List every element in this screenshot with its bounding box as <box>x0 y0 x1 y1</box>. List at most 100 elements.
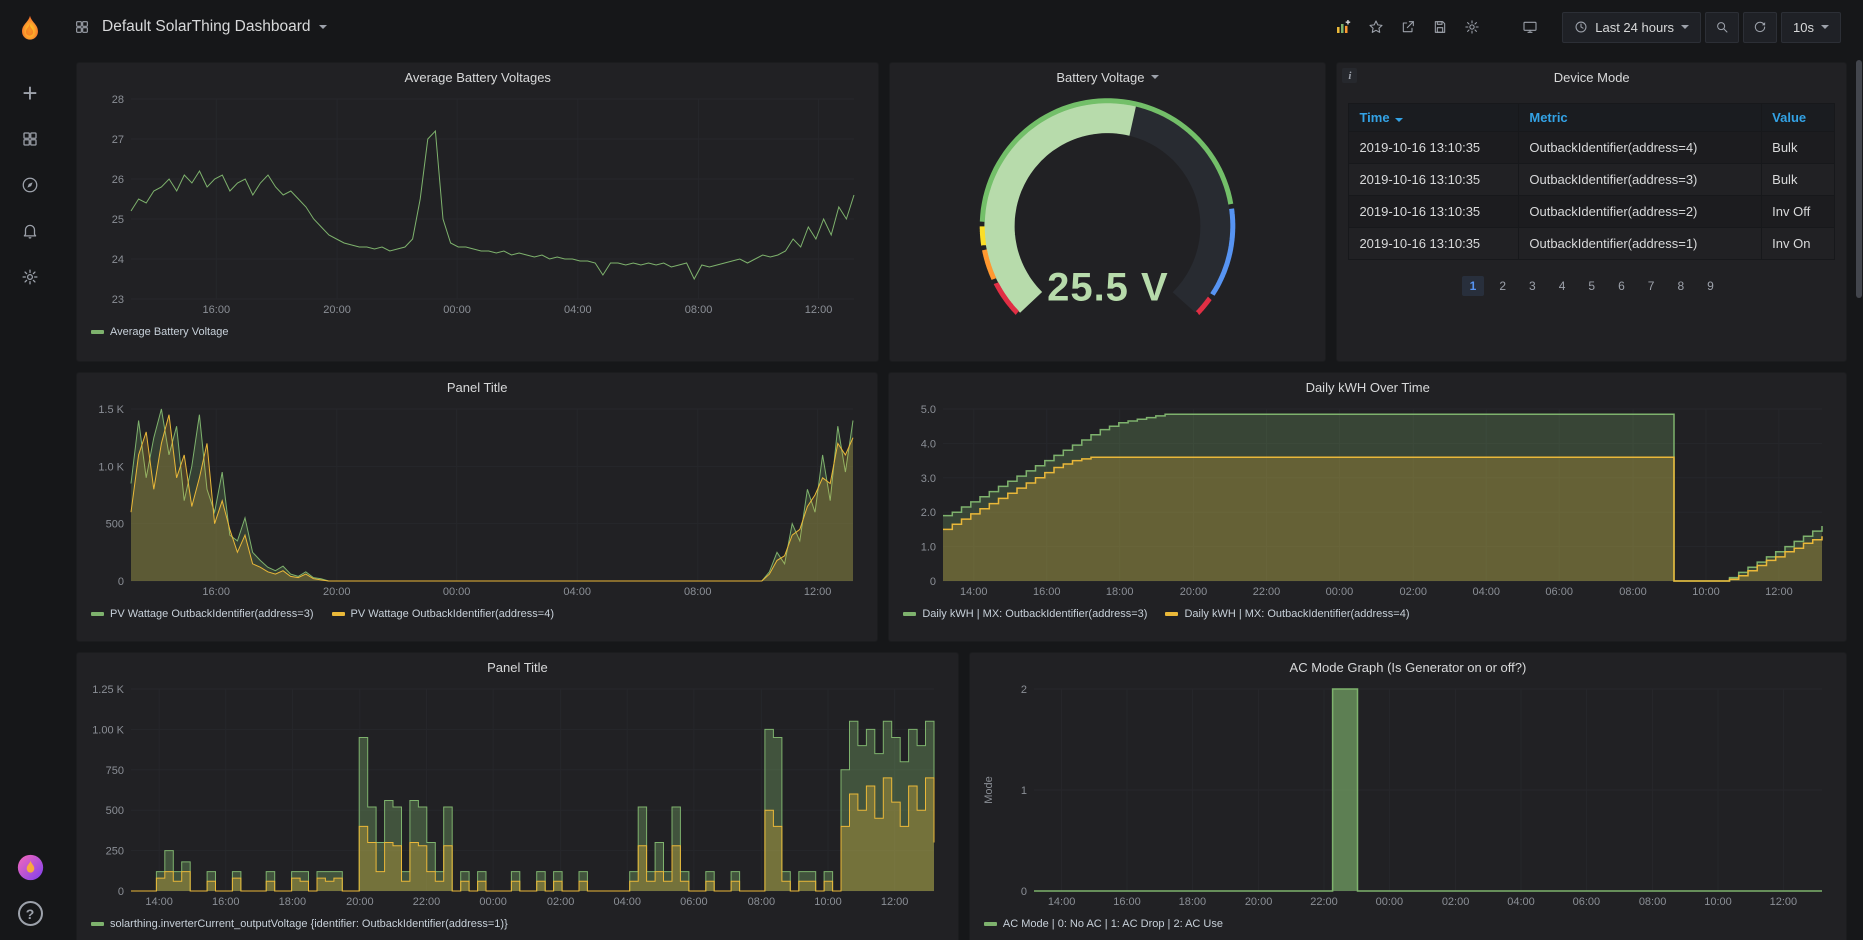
svg-text:08:00: 08:00 <box>1639 896 1667 908</box>
panel-title: Device Mode <box>1553 69 1630 85</box>
legend-item[interactable]: PV Wattage OutbackIdentifier(address=4) <box>331 608 555 620</box>
legend-item[interactable]: PV Wattage OutbackIdentifier(address=3) <box>91 608 314 620</box>
alerting-bell-icon[interactable] <box>19 220 41 242</box>
svg-text:20:00: 20:00 <box>346 896 374 908</box>
svg-text:00:00: 00:00 <box>479 896 507 908</box>
svg-text:28: 28 <box>112 94 124 106</box>
dashboard-grid: Average Battery Voltages 16:00 20:00 00:00… <box>60 54 1863 940</box>
legend-label: solarthing.inverterCurrent_outputVoltage… <box>110 918 508 930</box>
svg-text:22:00: 22:00 <box>413 896 441 908</box>
page-button-6[interactable]: 6 <box>1610 276 1633 296</box>
legend-label: PV Wattage OutbackIdentifier(address=4) <box>350 608 555 620</box>
table-pagination: 123456789 <box>1337 276 1846 296</box>
page-button-9[interactable]: 9 <box>1699 276 1722 296</box>
page-button-3[interactable]: 3 <box>1521 276 1544 296</box>
dashboards-icon[interactable] <box>19 128 41 150</box>
info-icon[interactable]: i <box>1342 68 1358 83</box>
vertical-scrollbar[interactable] <box>1854 54 1863 940</box>
cycle-view-monitor-icon[interactable] <box>1522 19 1538 35</box>
svg-text:20:00: 20:00 <box>1180 586 1208 598</box>
navbar-actions: Last 24 hours 10s <box>1334 11 1841 43</box>
avg-battery-voltage-chart[interactable]: 16:00 20:00 00:00 04:00 08:00 12:00 23 24 25 26 27… <box>85 91 870 317</box>
table-cell: 2019-10-16 13:10:35 <box>1348 131 1520 164</box>
daily-kwh-chart[interactable]: 14:00 16:00 18:00 20:00 22:00 00:00 02:00 04:00… <box>897 401 1838 599</box>
svg-text:22:00: 22:00 <box>1253 586 1281 598</box>
svg-text:22:00: 22:00 <box>1310 896 1338 908</box>
zoom-out-button[interactable] <box>1705 11 1740 43</box>
svg-text:1.0: 1.0 <box>921 542 936 554</box>
column-header-time[interactable]: Time <box>1348 103 1520 132</box>
svg-text:500: 500 <box>106 805 124 817</box>
svg-text:16:00: 16:00 <box>1113 896 1141 908</box>
svg-text:1.0 K: 1.0 K <box>98 461 124 473</box>
panel-title: Daily kWH Over Time <box>1305 379 1430 395</box>
configuration-gear-icon[interactable] <box>19 266 41 288</box>
refresh-interval-dropdown[interactable]: 10s <box>1781 11 1841 43</box>
page-button-2[interactable]: 2 <box>1491 276 1514 296</box>
help-icon[interactable]: ? <box>17 901 43 926</box>
table-cell: OutbackIdentifier(address=3) <box>1518 163 1763 196</box>
legend-item[interactable]: solarthing.inverterCurrent_outputVoltage… <box>91 918 508 930</box>
panel-daily-kwh: Daily kWH Over Time 14:00 16:00 18:00 20:00… <box>888 372 1847 642</box>
chevron-down-icon <box>1821 25 1829 29</box>
legend-item[interactable]: Daily kWH | MX: OutbackIdentifier(addres… <box>1165 608 1410 620</box>
svg-text:0: 0 <box>118 886 124 898</box>
table-row: 2019-10-16 13:10:35 OutbackIdentifier(add… <box>1348 195 1835 228</box>
svg-text:14:00: 14:00 <box>960 586 988 598</box>
legend-label: Average Battery Voltage <box>110 326 229 338</box>
page-button-7[interactable]: 7 <box>1640 276 1663 296</box>
pv-wattage-chart[interactable]: 16:00 20:00 00:00 04:00 08:00 12:00 0 500 1.0 K 1… <box>85 401 869 599</box>
page-button-8[interactable]: 8 <box>1669 276 1692 296</box>
panel-header[interactable]: Daily kWH Over Time <box>889 373 1846 401</box>
table-cell: Bulk <box>1761 131 1835 164</box>
user-avatar[interactable] <box>17 854 44 881</box>
page-button-1[interactable]: 1 <box>1461 276 1485 296</box>
legend-label: Daily kWH | MX: OutbackIdentifier(addres… <box>922 608 1148 620</box>
column-header-metric[interactable]: Metric <box>1518 103 1763 132</box>
panel-header[interactable]: Average Battery Voltages <box>77 63 878 91</box>
panel-title: Battery Voltage <box>1056 69 1145 85</box>
grafana-logo-icon[interactable] <box>12 12 48 48</box>
svg-text:5.0: 5.0 <box>921 404 936 416</box>
share-icon[interactable] <box>1400 19 1416 35</box>
legend-swatch <box>983 922 997 926</box>
chevron-down-icon <box>1681 25 1690 29</box>
refresh-button[interactable] <box>1743 11 1778 43</box>
panel-header[interactable]: Panel Title <box>77 653 958 681</box>
dashboard-grid-icon[interactable] <box>74 19 90 35</box>
legend-swatch <box>1165 612 1179 616</box>
legend-item[interactable]: Average Battery Voltage <box>91 326 228 338</box>
scrollbar-thumb[interactable] <box>1856 60 1862 298</box>
svg-text:20:00: 20:00 <box>1245 896 1273 908</box>
star-icon[interactable] <box>1368 19 1384 35</box>
svg-text:20:00: 20:00 <box>323 304 351 316</box>
add-panel-icon[interactable] <box>1334 18 1352 36</box>
panel-title: AC Mode Graph (Is Generator on or off?) <box>1289 659 1527 675</box>
chevron-down-icon <box>1151 75 1160 79</box>
page-button-5[interactable]: 5 <box>1580 276 1603 296</box>
explore-compass-icon[interactable] <box>19 174 41 196</box>
create-plus-icon[interactable]: + <box>19 80 41 106</box>
legend-item[interactable]: AC Mode | 0: No AC | 1: AC Drop | 2: AC … <box>983 918 1223 930</box>
legend-item[interactable]: Daily kWH | MX: OutbackIdentifier(addres… <box>903 608 1147 620</box>
ac-mode-chart[interactable]: 14:00 16:00 18:00 20:00 22:00 00:00 02:00 04:00… <box>978 681 1838 909</box>
page-button-4[interactable]: 4 <box>1551 276 1574 296</box>
inverter-output-chart[interactable]: 14:00 16:00 18:00 20:00 22:00 00:00 02:00 04:00… <box>85 681 950 909</box>
panel-header[interactable]: AC Mode Graph (Is Generator on or off?) <box>970 653 1846 681</box>
chart-legend: solarthing.inverterCurrent_outputVoltage… <box>77 913 958 935</box>
dashboard-title-dropdown[interactable]: Default SolarThing Dashboard <box>102 18 327 36</box>
chevron-down-icon <box>318 25 327 29</box>
chart-legend: PV Wattage OutbackIdentifier(address=3) P… <box>77 603 877 625</box>
panel-header[interactable]: Device Mode <box>1337 63 1846 91</box>
panel-header[interactable]: Panel Title <box>77 373 877 401</box>
save-icon[interactable] <box>1432 19 1448 35</box>
table-cell: 2019-10-16 13:10:35 <box>1348 227 1520 260</box>
column-header-value[interactable]: Value <box>1761 103 1835 132</box>
panel-header[interactable]: Battery Voltage <box>890 63 1325 91</box>
svg-text:16:00: 16:00 <box>203 304 231 316</box>
time-range-picker[interactable]: Last 24 hours <box>1562 11 1702 43</box>
panel-title: Panel Title <box>446 379 508 395</box>
svg-text:24: 24 <box>112 254 124 266</box>
settings-gear-icon[interactable] <box>1464 19 1480 35</box>
svg-text:0: 0 <box>1021 886 1027 898</box>
